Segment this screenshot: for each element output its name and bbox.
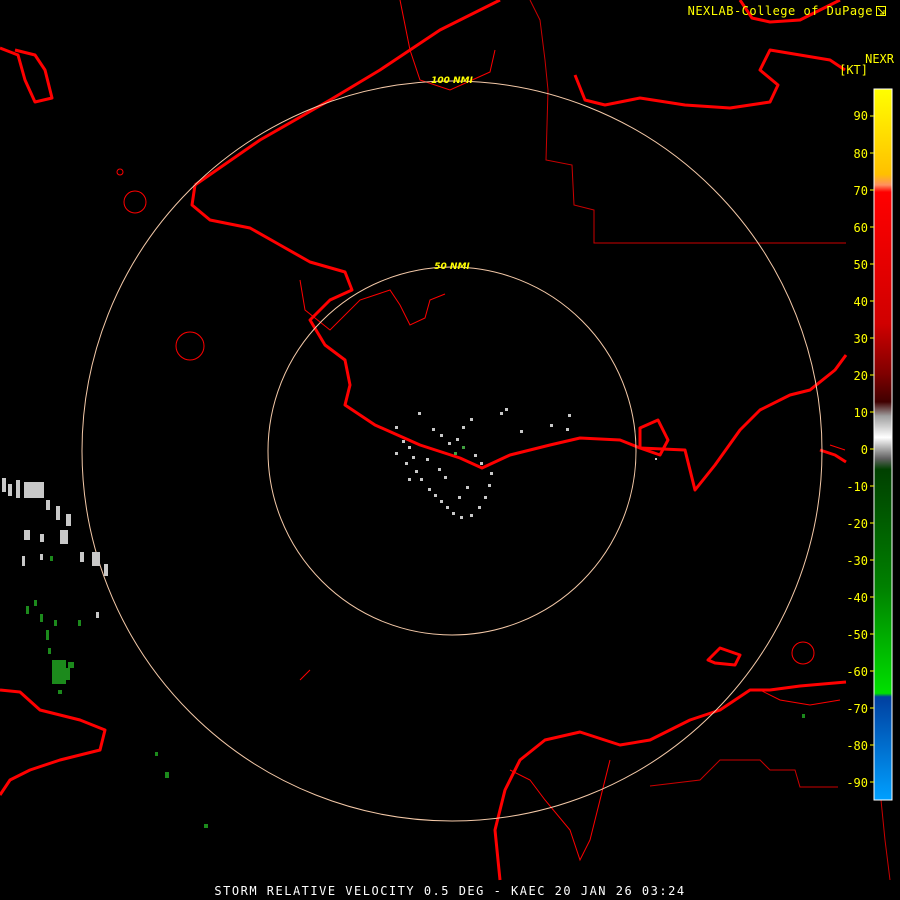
- external-link-icon: [876, 6, 886, 16]
- scale-tick: 30: [854, 332, 868, 346]
- velocity-returns-west: [2, 478, 108, 618]
- scale-tick: -80: [846, 739, 868, 753]
- scale-tick: -40: [846, 591, 868, 605]
- velocity-scale-ticks: 90 80 70 60 50 40 30 20 10 0 -10 -20 -30…: [846, 109, 868, 790]
- scale-tick: -20: [846, 517, 868, 531]
- scale-tick: 50: [854, 258, 868, 272]
- coastline: [0, 0, 848, 881]
- boundary-lines: [529, 0, 891, 881]
- range-label-100: 100 NMI: [431, 76, 473, 86]
- coastal-detail: [299, 0, 846, 862]
- velocity-returns-center-green: [454, 446, 465, 455]
- scale-tick: 60: [854, 221, 868, 235]
- radar-map: 100 NMI 50 NMI 90 80 70 60 50 40 30 20 1…: [0, 0, 893, 881]
- scale-tick: 80: [854, 147, 868, 161]
- product-label: NEXR: [865, 52, 894, 66]
- credit-link[interactable]: NEXLAB-College of DuPage: [688, 4, 886, 18]
- velocity-returns-west-green: [26, 556, 805, 828]
- scale-tick: -90: [846, 776, 868, 790]
- scale-tick: 40: [854, 295, 868, 309]
- product-caption: STORM RELATIVE VELOCITY 0.5 DEG - KAEC 2…: [214, 884, 686, 898]
- scale-tick: 90: [854, 109, 868, 123]
- scale-tick: 70: [854, 184, 868, 198]
- scale-tick: -50: [846, 628, 868, 642]
- scale-tick-marks: [870, 115, 874, 783]
- velocity-color-scale: [873, 88, 893, 801]
- scale-tick: -60: [846, 665, 868, 679]
- scale-tick: 10: [854, 406, 868, 420]
- range-ring-50: [267, 266, 637, 636]
- scale-tick: 0: [861, 443, 868, 457]
- range-label-50: 50 NMI: [434, 262, 470, 272]
- scale-tick: -30: [846, 554, 868, 568]
- scale-tick: -70: [846, 702, 868, 716]
- velocity-returns-center: [395, 408, 657, 519]
- scale-tick: -10: [846, 480, 868, 494]
- credit-text: NEXLAB-College of DuPage: [687, 4, 873, 18]
- unit-label: [KT]: [839, 63, 868, 77]
- scale-tick: 20: [854, 369, 868, 383]
